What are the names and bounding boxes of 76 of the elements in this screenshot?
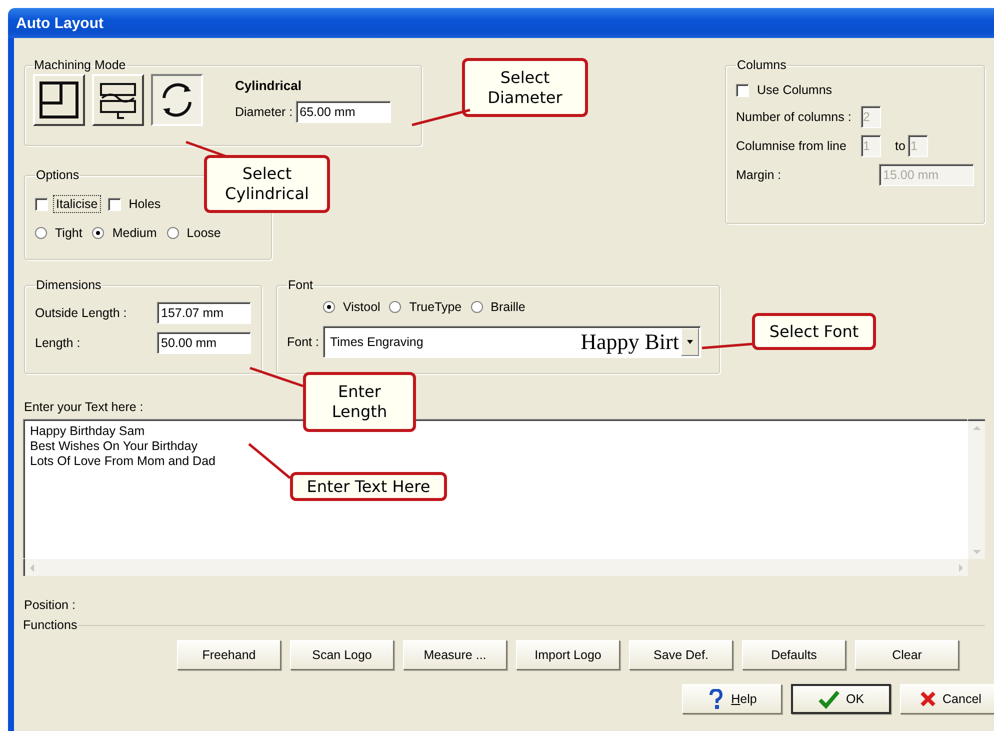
mode-name: Cylindrical: [235, 78, 302, 93]
radio-button[interactable]: [323, 301, 335, 313]
leader-line: [248, 443, 291, 479]
font-preview: Happy Birt: [580, 329, 679, 355]
callout: Select Cylindrical: [204, 155, 330, 213]
scroll-up-icon: [972, 426, 980, 430]
font-name: Times Engraving: [330, 335, 424, 349]
check-icon: [818, 689, 840, 709]
leader-line: [186, 140, 228, 158]
radio-button[interactable]: [389, 301, 402, 313]
function-button[interactable]: Clear: [855, 640, 959, 670]
function-button[interactable]: Defaults: [742, 640, 846, 670]
leader-line: [702, 342, 752, 350]
field-label: Outside Length :: [35, 306, 128, 320]
field-label: Enter your Text here :: [24, 400, 144, 414]
leader-line: [250, 366, 304, 388]
plates-icon: [99, 81, 137, 119]
radio-button[interactable]: [35, 227, 47, 239]
font-dropdown[interactable]: Times Engraving Happy Birt: [322, 326, 701, 358]
dropdown-button[interactable]: [680, 328, 699, 356]
scroll-right-icon: [959, 564, 963, 572]
cross-icon: [918, 690, 937, 708]
horizontal-scrollbar[interactable]: [24, 559, 968, 576]
function-button[interactable]: Scan Logo: [290, 640, 394, 670]
scroll-down-icon: [972, 550, 980, 554]
position-label: Position :: [24, 598, 76, 612]
checkbox[interactable]: [35, 198, 48, 210]
leader-line: [412, 108, 470, 126]
field-label: Diameter :: [235, 105, 293, 119]
help-button[interactable]: Help: [682, 684, 782, 714]
function-button[interactable]: Freehand: [177, 640, 281, 670]
input-field[interactable]: 157.07 mm: [157, 302, 251, 324]
checkbox[interactable]: [736, 84, 749, 96]
field-label: Length :: [35, 336, 82, 350]
checkbox[interactable]: [108, 198, 121, 210]
function-button[interactable]: Save Def.: [629, 640, 733, 670]
help-icon: [707, 688, 726, 710]
callout: Select Font: [752, 313, 876, 350]
callout: Select Diameter: [462, 58, 588, 117]
function-button[interactable]: Measure ...: [403, 640, 507, 670]
radio-label[interactable]: Braille: [488, 298, 528, 316]
input-field[interactable]: 65.00 mm: [296, 101, 391, 123]
radio-label[interactable]: Medium: [109, 224, 160, 242]
radio-button[interactable]: [470, 301, 483, 313]
function-button[interactable]: Import Logo: [516, 640, 620, 670]
ok-button[interactable]: OK: [791, 684, 891, 714]
radio-label[interactable]: Loose: [184, 224, 224, 242]
group-label: Font: [287, 278, 314, 292]
radio-button[interactable]: [166, 227, 179, 239]
group-label: Dimensions: [35, 278, 102, 292]
field-label: Margin :: [736, 168, 782, 182]
field-label: Number of columns :: [736, 110, 852, 124]
field-label: Columnise from line: [736, 139, 848, 153]
radio-label[interactable]: Tight: [52, 224, 86, 242]
callout: Enter Text Here: [290, 472, 447, 501]
group-label: Options: [35, 168, 80, 182]
group-label: Machining Mode: [33, 58, 127, 72]
mode-button[interactable]: [151, 74, 203, 126]
callout: Enter Length: [303, 372, 416, 432]
input-field[interactable]: 50.00 mm: [157, 332, 251, 354]
window-title: Auto Layout: [16, 14, 104, 32]
checkbox-label[interactable]: Holes: [126, 195, 164, 213]
checkbox-label[interactable]: Italicise: [53, 195, 101, 213]
group-label: Functions: [22, 618, 78, 632]
group-label: Columns: [736, 58, 788, 72]
radio-label[interactable]: Vistool: [340, 298, 384, 316]
caret-icon: [686, 340, 693, 344]
checkbox-label[interactable]: Use Columns: [754, 81, 836, 99]
radio-button[interactable]: [92, 227, 104, 239]
vertical-scrollbar[interactable]: [968, 420, 985, 559]
radio-label[interactable]: TrueType: [406, 298, 465, 316]
cancel-button[interactable]: Cancel: [900, 684, 994, 714]
squares-icon: [39, 81, 79, 119]
scroll-left-icon: [30, 564, 34, 572]
field-label: to: [895, 139, 906, 153]
field-label: Font :: [287, 335, 319, 349]
